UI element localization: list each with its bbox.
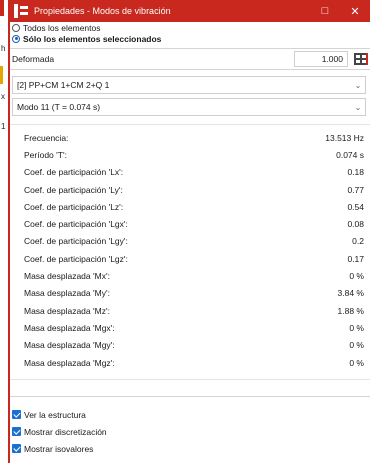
property-row: Masa desplazada 'Mx': 0 %: [10, 267, 370, 284]
property-row: Frecuencia: 13.513 Hz: [10, 129, 370, 146]
app-icon: [14, 4, 28, 18]
radio-on-icon[interactable]: [12, 34, 20, 43]
background-char: 1: [1, 122, 6, 131]
property-value: 0.54: [347, 201, 364, 212]
title-bar[interactable]: Propiedades - Modos de vibración □ ✕: [10, 0, 370, 22]
chevron-down-icon[interactable]: ⌄: [351, 81, 365, 90]
option-show-isovalues[interactable]: Mostrar isovalores: [12, 440, 107, 457]
property-value: 0.17: [347, 253, 364, 264]
window-title: Propiedades - Modos de vibración: [34, 6, 171, 16]
background-char: h: [1, 44, 6, 53]
property-label: Masa desplazada 'Mgz':: [24, 357, 115, 368]
properties-list: Frecuencia: 13.513 Hz Período 'T': 0.074…: [10, 124, 370, 381]
option-show-structure[interactable]: Ver la estructura: [12, 406, 107, 423]
property-label: Coef. de participación 'Lgx':: [24, 219, 128, 230]
property-value: 0 %: [349, 357, 364, 368]
property-row: Coef. de participación 'Lz': 0.54: [10, 198, 370, 215]
checkbox-checked-icon[interactable]: [12, 444, 21, 453]
option-label: Ver la estructura: [24, 409, 86, 420]
property-value: 13.513 Hz: [325, 132, 364, 143]
property-row: Coef. de participación 'Lgy': 0.2: [10, 233, 370, 250]
property-row: Masa desplazada 'Mgy': 0 %: [10, 337, 370, 354]
background-red-marker: [0, 0, 4, 16]
grid-icon[interactable]: [354, 53, 368, 65]
property-row: Coef. de participación 'Lgx': 0.08: [10, 215, 370, 232]
property-label: Masa desplazada 'Mgx':: [24, 322, 115, 333]
property-row: Coef. de participación 'Ly': 0.77: [10, 181, 370, 198]
background-app-strip: h x 1: [0, 0, 8, 463]
property-label: Coef. de participación 'Lgy':: [24, 236, 128, 247]
property-label: Masa desplazada 'Mz':: [24, 305, 110, 316]
property-value: 0 %: [349, 271, 364, 282]
properties-window: Propiedades - Modos de vibración □ ✕ Tod…: [8, 0, 370, 463]
close-button[interactable]: ✕: [340, 0, 370, 22]
property-label: Coef. de participación 'Lz':: [24, 201, 124, 212]
property-label: Coef. de participación 'Lx':: [24, 167, 124, 178]
option-show-discretization[interactable]: Mostrar discretización: [12, 423, 107, 440]
deformada-row: Deformada 1.000: [10, 48, 370, 70]
checkbox-checked-icon[interactable]: [12, 427, 21, 436]
radio-label: Todos los elementos: [23, 22, 101, 33]
property-value: 0.08: [347, 219, 364, 230]
mode-value: Modo 11 (T = 0.074 s): [17, 102, 101, 112]
maximize-button[interactable]: □: [310, 0, 340, 22]
option-label: Mostrar discretización: [24, 426, 107, 437]
chevron-down-icon[interactable]: ⌄: [351, 103, 365, 112]
property-value: 0.2: [352, 236, 364, 247]
property-label: Masa desplazada 'Mx':: [24, 271, 110, 282]
option-label: Mostrar isovalores: [24, 443, 94, 454]
property-label: Coef. de participación 'Lgz':: [24, 253, 128, 264]
radio-all-elements[interactable]: Todos los elementos: [10, 22, 370, 33]
radio-selected-elements[interactable]: Sólo los elementos seleccionados: [10, 33, 370, 44]
property-value: 0.77: [347, 184, 364, 195]
radio-off-icon[interactable]: [12, 23, 20, 32]
property-label: Masa desplazada 'My':: [24, 288, 110, 299]
property-value: 0 %: [349, 340, 364, 351]
mode-select[interactable]: Modo 11 (T = 0.074 s) ⌄: [12, 98, 366, 116]
combination-select[interactable]: [2] PP+CM 1+CM 2+Q 1 ⌄: [12, 76, 366, 94]
property-value: 0.18: [347, 167, 364, 178]
property-value: 0 %: [349, 322, 364, 333]
background-char: x: [1, 92, 5, 101]
deformada-label: Deformada: [12, 54, 55, 64]
property-row: Masa desplazada 'Mgz': 0 %: [10, 354, 370, 371]
combination-value: [2] PP+CM 1+CM 2+Q 1: [17, 80, 110, 90]
property-label: Período 'T':: [24, 149, 67, 160]
property-label: Masa desplazada 'Mgy':: [24, 340, 115, 351]
background-yellow-marker: [0, 66, 3, 84]
divider: [10, 396, 370, 397]
radio-label: Sólo los elementos seleccionados: [23, 33, 162, 44]
property-value: 3.84 %: [337, 288, 364, 299]
property-row: Masa desplazada 'Mgx': 0 %: [10, 319, 370, 336]
property-row: Período 'T': 0.074 s: [10, 146, 370, 163]
property-label: Coef. de participación 'Ly':: [24, 184, 123, 195]
options-group: Ver la estructura Mostrar discretización…: [12, 406, 107, 457]
checkbox-checked-icon[interactable]: [12, 410, 21, 419]
property-row: Coef. de participación 'Lx': 0.18: [10, 164, 370, 181]
property-row: Masa desplazada 'My': 3.84 %: [10, 285, 370, 302]
property-row: Coef. de participación 'Lgz': 0.17: [10, 250, 370, 267]
property-row: Masa desplazada 'Mz': 1.88 %: [10, 302, 370, 319]
property-label: Frecuencia:: [24, 132, 69, 143]
property-value: 1.88 %: [337, 305, 364, 316]
property-value: 0.074 s: [336, 149, 364, 160]
deformada-scale-input[interactable]: 1.000: [294, 51, 348, 67]
